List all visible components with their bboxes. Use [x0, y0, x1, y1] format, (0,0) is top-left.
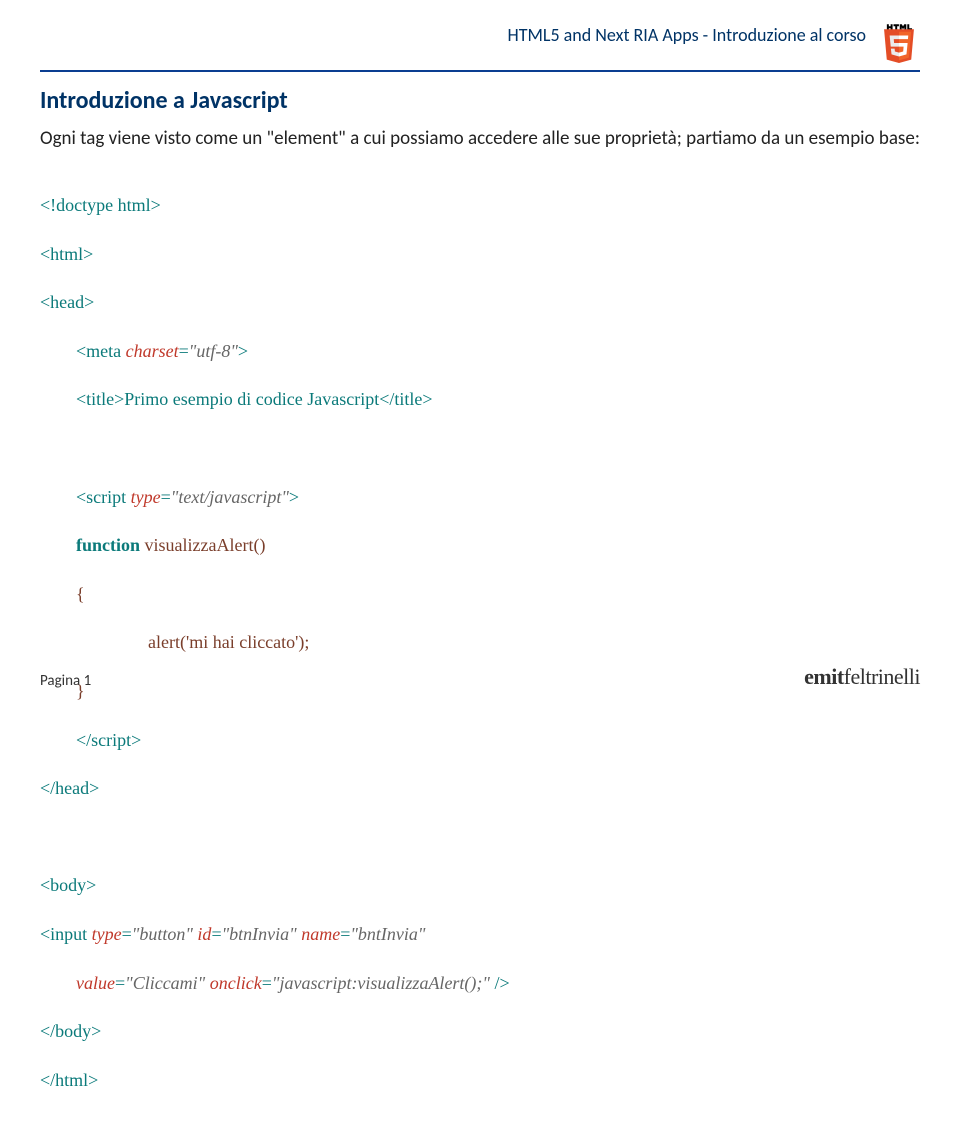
intro-paragraph: Ogni tag viene visto come un "element" a… — [40, 127, 920, 151]
code-block: <!doctype html> <html> <head> <meta char… — [40, 169, 920, 1141]
course-title: HTML5 and Next RIA Apps - Introduzione a… — [508, 24, 866, 46]
html5-logo-icon — [878, 18, 920, 66]
header: HTML5 and Next RIA Apps - Introduzione a… — [40, 18, 920, 66]
brand-logo: emitfeltrinelli — [804, 664, 920, 690]
footer: Pagina 1 emitfeltrinelli — [40, 664, 920, 690]
header-divider — [40, 70, 920, 72]
page-number: Pagina 1 — [40, 672, 91, 690]
section-title: Introduzione a Javascript — [40, 86, 920, 115]
